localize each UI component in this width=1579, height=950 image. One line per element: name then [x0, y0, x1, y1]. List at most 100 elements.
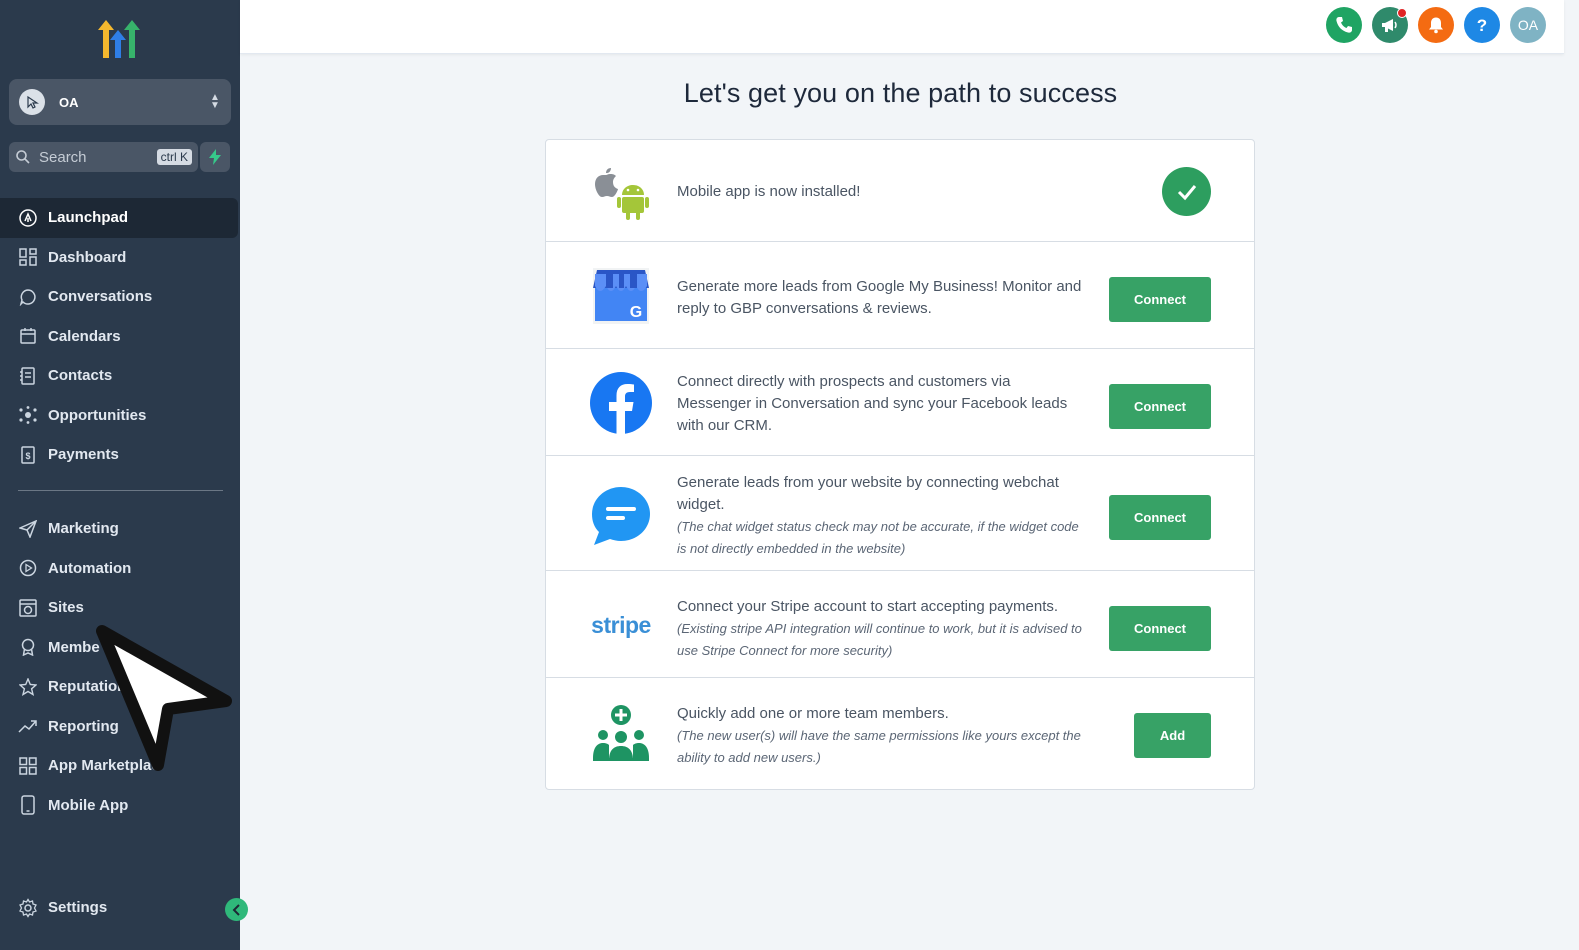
row-description: Quickly add one or more team members.	[677, 705, 949, 722]
sidebar-item-reporting[interactable]: Reporting	[0, 707, 240, 747]
onboarding-row-team: Quickly add one or more team members. (T…	[546, 678, 1254, 789]
user-avatar[interactable]: OA	[1510, 7, 1546, 43]
quick-action-button[interactable]	[200, 142, 230, 172]
phone-button[interactable]	[1326, 7, 1362, 43]
sidebar-item-automation[interactable]: Automation	[0, 549, 240, 589]
row-text: Connect your Stripe account to start acc…	[677, 596, 1087, 662]
stripe-logo: stripe	[589, 593, 653, 657]
sidebar-item-opportunities[interactable]: Opportunities	[0, 396, 240, 436]
row-note: (Existing stripe API integration will co…	[677, 621, 1082, 658]
sidebar-item-reputation[interactable]: Reputation	[0, 667, 240, 707]
onboarding-row-stripe: stripe Connect your Stripe account to st…	[546, 571, 1254, 678]
app-logo[interactable]	[96, 18, 144, 62]
apple-android-icon	[589, 159, 653, 223]
sidebar-item-payments[interactable]: $ Payments	[0, 435, 240, 475]
phone-icon	[1336, 17, 1352, 33]
stripe-logo-text: stripe	[591, 612, 651, 638]
rocket-icon	[18, 208, 38, 228]
primary-nav: Launchpad Dashboard Conversations Calend…	[0, 198, 240, 475]
sidebar-item-conversations[interactable]: Conversations	[0, 277, 240, 317]
sidebar-item-memberships[interactable]: Membe	[0, 628, 240, 668]
top-bar: ? OA	[240, 0, 1564, 54]
connect-facebook-button[interactable]: Connect	[1109, 384, 1211, 429]
sidebar-item-label: Settings	[48, 899, 108, 917]
award-icon	[18, 637, 38, 657]
onboarding-row-mobile-app: Mobile app is now installed!	[546, 140, 1254, 242]
connect-webchat-button[interactable]: Connect	[1109, 495, 1211, 540]
sidebar-item-calendars[interactable]: Calendars	[0, 317, 240, 357]
account-avatar-icon	[19, 89, 45, 115]
notification-dot	[1397, 8, 1407, 18]
google-my-business-icon: G	[589, 264, 653, 328]
onboarding-row-webchat: Generate leads from your website by conn…	[546, 456, 1254, 571]
row-text: Mobile app is now installed!	[677, 181, 1087, 203]
sidebar-item-label: Conversations	[48, 288, 153, 306]
trend-up-icon	[18, 716, 38, 736]
search-shortcut-badge: ctrl K	[156, 149, 192, 165]
sidebar-item-settings[interactable]: Settings	[0, 888, 240, 928]
chat-bubble-icon	[18, 287, 38, 307]
completed-check-icon	[1162, 167, 1211, 216]
star-icon	[18, 677, 38, 697]
svg-text:G: G	[630, 304, 642, 321]
add-team-members-button[interactable]: Add	[1134, 713, 1211, 758]
onboarding-row-facebook: Connect directly with prospects and cust…	[546, 349, 1254, 456]
sidebar-item-dashboard[interactable]: Dashboard	[0, 238, 240, 278]
search-placeholder: Search	[39, 148, 87, 166]
network-icon	[18, 405, 38, 425]
svg-text:?: ?	[1477, 16, 1487, 34]
calendar-icon	[18, 326, 38, 346]
row-description: Connect directly with prospects and cust…	[677, 373, 1068, 434]
sidebar-item-app-marketplace[interactable]: App Marketplac	[0, 746, 240, 786]
lightning-icon	[209, 149, 221, 165]
sidebar-item-label: Dashboard	[48, 248, 127, 266]
sidebar-item-label: Sites	[48, 599, 84, 617]
row-note: (The new user(s) will have the same perm…	[677, 728, 1081, 765]
sidebar-item-marketing[interactable]: Marketing	[0, 509, 240, 549]
search-icon	[16, 150, 30, 164]
sidebar-item-label: Contacts	[48, 367, 113, 385]
sidebar-item-label: Mobile App	[48, 796, 129, 814]
invoice-icon: $	[18, 445, 38, 465]
account-switcher[interactable]: OA ▲ ▼	[9, 79, 231, 125]
sidebar: OA ▲ ▼ Search ctrl K Launchpad Dashboard …	[0, 0, 248, 950]
account-name: OA	[59, 94, 79, 110]
gear-icon	[18, 897, 38, 918]
sidebar-item-label: Payments	[48, 446, 119, 464]
notifications-button[interactable]	[1418, 7, 1454, 43]
sidebar-item-mobile-app[interactable]: Mobile App	[0, 786, 240, 826]
chevron-left-icon	[232, 903, 240, 916]
row-text: Generate leads from your website by conn…	[677, 472, 1087, 560]
secondary-nav: Marketing Automation Sites Membe Reputat…	[0, 509, 240, 825]
sidebar-item-sites[interactable]: Sites	[0, 588, 240, 628]
sidebar-item-label: Opportunities	[48, 406, 147, 424]
announcements-button[interactable]	[1372, 7, 1408, 43]
row-text: Quickly add one or more team members. (T…	[677, 703, 1087, 769]
connect-google-business-button[interactable]: Connect	[1109, 277, 1211, 322]
sidebar-item-label: Marketing	[48, 520, 119, 538]
sidebar-item-label: Reporting	[48, 717, 119, 735]
nav-divider	[18, 490, 223, 491]
row-description: Mobile app is now installed!	[677, 183, 861, 200]
help-button[interactable]: ?	[1464, 7, 1500, 43]
sidebar-item-label: Launchpad	[48, 209, 129, 227]
facebook-icon	[589, 371, 653, 435]
connect-stripe-button[interactable]: Connect	[1109, 606, 1211, 651]
help-icon: ?	[1477, 16, 1487, 34]
row-note: (The chat widget status check may not be…	[677, 519, 1079, 556]
sidebar-item-contacts[interactable]: Contacts	[0, 356, 240, 396]
onboarding-card: Mobile app is now installed! G Generate …	[545, 139, 1255, 790]
sidebar-item-label: App Marketplac	[48, 757, 160, 775]
row-text: Connect directly with prospects and cust…	[677, 371, 1087, 437]
onboarding-row-google-business: G Generate more leads from Google My Bus…	[546, 242, 1254, 349]
sidebar-item-launchpad[interactable]: Launchpad	[0, 198, 238, 238]
sidebar-item-label: Calendars	[48, 327, 121, 345]
sidebar-item-label: Automation	[48, 559, 132, 577]
collapse-sidebar-button[interactable]	[225, 898, 248, 921]
sidebar-item-label: Reputation	[48, 678, 127, 696]
row-text: Generate more leads from Google My Busin…	[677, 276, 1087, 320]
svg-text:$: $	[25, 451, 30, 461]
play-circle-icon	[18, 558, 38, 578]
search-input[interactable]: Search ctrl K	[9, 142, 198, 172]
megaphone-icon	[1382, 19, 1397, 32]
